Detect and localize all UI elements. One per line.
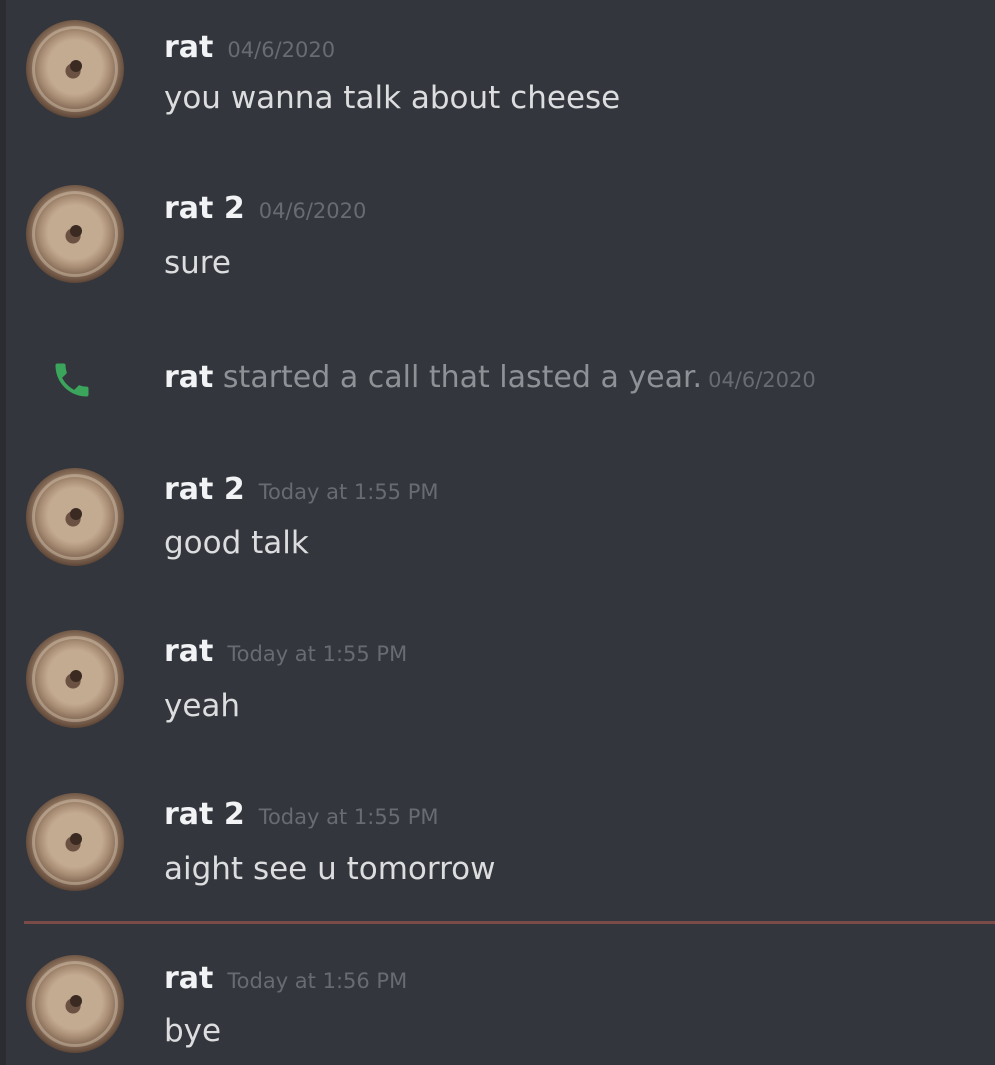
message-item: rat 04/6/2020 you wanna talk about cheese [6,20,995,150]
message-timestamp: 04/6/2020 [227,38,336,62]
message-item: rat 2 04/6/2020 sure [6,185,995,315]
message-header: rat 2 Today at 1:55 PM [164,797,439,832]
call-author[interactable]: rat [164,360,213,395]
phone-icon [55,363,89,397]
message-header: rat 2 04/6/2020 [164,191,366,226]
message-item: rat Today at 1:55 PM yeah [6,630,995,760]
avatar[interactable] [26,793,124,891]
avatar[interactable] [26,630,124,728]
author-name[interactable]: rat 2 [164,797,245,832]
message-header: rat 04/6/2020 [164,30,335,65]
message-item: rat Today at 1:56 PM bye [6,955,995,1065]
call-timestamp: 04/6/2020 [708,368,816,392]
message-item: rat 2 Today at 1:55 PM good talk [6,468,995,598]
call-notice: rat started a call that lasted a year. 04… [6,350,995,410]
message-content: good talk [164,525,309,561]
message-timestamp: Today at 1:56 PM [227,969,408,993]
author-name[interactable]: rat 2 [164,191,245,226]
author-name[interactable]: rat [164,634,213,669]
message-content: aight see u tomorrow [164,851,496,887]
new-messages-divider [24,921,995,924]
author-name[interactable]: rat 2 [164,472,245,507]
message-content: sure [164,245,231,281]
avatar[interactable] [26,20,124,118]
message-timestamp: Today at 1:55 PM [258,480,439,504]
message-header: rat Today at 1:55 PM [164,634,407,669]
message-content: you wanna talk about cheese [164,80,621,116]
call-description: started a call that lasted a year. [213,360,703,395]
message-header: rat Today at 1:56 PM [164,961,407,996]
message-timestamp: Today at 1:55 PM [258,805,439,829]
message-item: rat 2 Today at 1:55 PM aight see u tomorr… [6,793,995,923]
message-content: yeah [164,688,241,724]
message-content: bye [164,1013,222,1049]
message-timestamp: 04/6/2020 [258,199,367,223]
avatar[interactable] [26,468,124,566]
author-name[interactable]: rat [164,961,213,996]
avatar[interactable] [26,955,124,1053]
message-timestamp: Today at 1:55 PM [227,642,408,666]
message-header: rat 2 Today at 1:55 PM [164,472,439,507]
call-notice-text: rat started a call that lasted a year. 04… [164,360,816,395]
avatar[interactable] [26,185,124,283]
chat-message-list: rat 04/6/2020 you wanna talk about cheese… [0,0,995,1065]
author-name[interactable]: rat [164,30,213,65]
